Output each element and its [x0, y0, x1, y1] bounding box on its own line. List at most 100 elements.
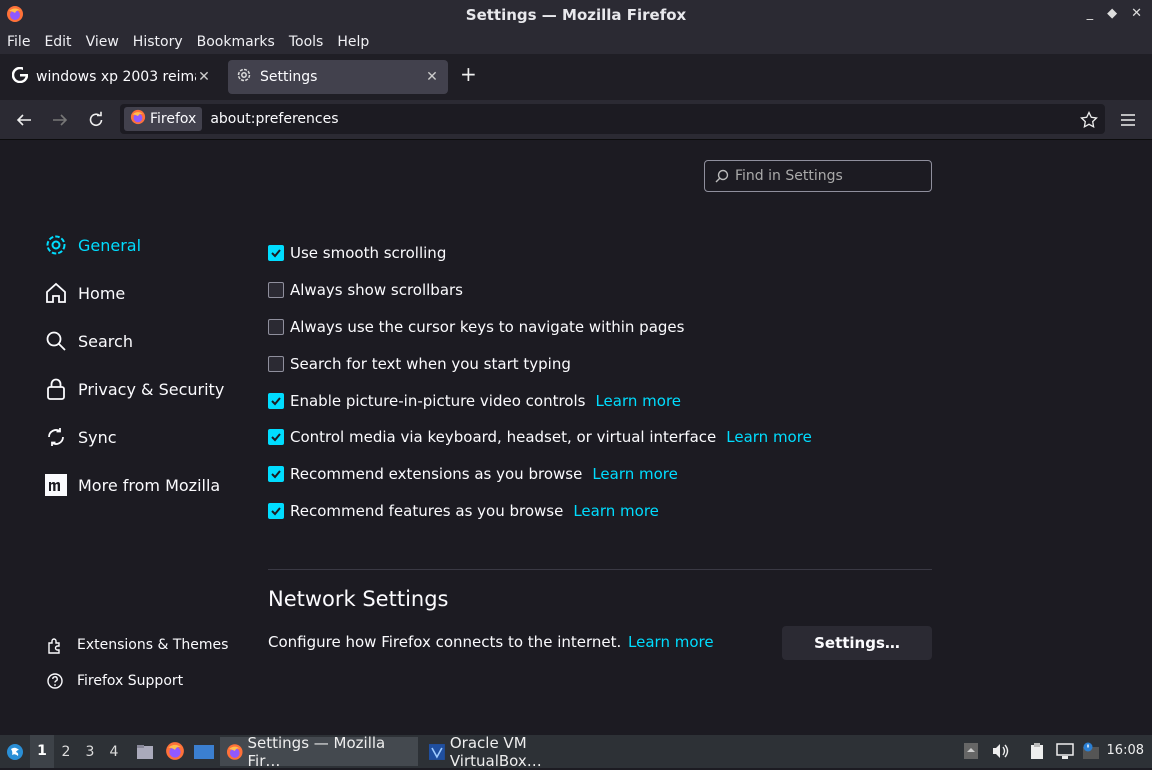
- desktop-launcher[interactable]: [193, 742, 215, 766]
- gear-icon: [236, 67, 252, 87]
- checkbox-checked[interactable]: [268, 392, 284, 409]
- tab-close-button[interactable]: ✕: [424, 69, 440, 85]
- google-icon: [11, 66, 29, 87]
- menu-tools[interactable]: Tools: [289, 34, 324, 50]
- checkmark-icon: [271, 396, 281, 406]
- checkbox-checked[interactable]: [268, 466, 284, 483]
- category-search[interactable]: Search: [44, 317, 224, 365]
- network-icon[interactable]: [1055, 742, 1075, 764]
- reload-button[interactable]: [86, 110, 106, 130]
- menu-bookmarks[interactable]: Bookmarks: [197, 34, 275, 50]
- category-home[interactable]: Home: [44, 269, 224, 317]
- option-label: Search for text when you start typing: [290, 354, 571, 373]
- category-privacy-security[interactable]: Privacy & Security: [44, 365, 224, 413]
- close-window-button[interactable]: ✕: [1131, 6, 1142, 21]
- start-menu-icon: [7, 743, 23, 760]
- learn-more-link[interactable]: Learn more: [592, 465, 678, 483]
- desktop-taskbar: 1 2 3 4 Settings — Mozilla Fir… Oracle V…: [0, 734, 1152, 770]
- mozilla-icon: [44, 473, 68, 497]
- checkbox-unchecked[interactable]: [268, 355, 284, 372]
- workspace-1[interactable]: 1: [30, 735, 54, 768]
- volume-icon[interactable]: [991, 742, 1009, 764]
- option-label: Enable picture-in-picture video controls: [290, 391, 586, 410]
- new-tab-button[interactable]: +: [460, 62, 477, 86]
- star-icon: [1080, 111, 1098, 129]
- option-label: Always use the cursor keys to navigate w…: [290, 317, 685, 336]
- file-manager-launcher[interactable]: [135, 742, 155, 766]
- notification-icon[interactable]: [1082, 742, 1102, 764]
- menu-help[interactable]: Help: [337, 34, 369, 50]
- option-label: Use smooth scrolling: [290, 244, 447, 263]
- checkbox-unchecked[interactable]: [268, 318, 284, 335]
- workspace-3[interactable]: 3: [78, 744, 102, 760]
- forward-button[interactable]: [50, 110, 70, 130]
- firefox-launcher[interactable]: [165, 741, 185, 765]
- checkbox-checked[interactable]: [268, 429, 284, 446]
- menu-history[interactable]: History: [133, 34, 183, 50]
- category-label: General: [78, 235, 142, 255]
- checkbox-checked[interactable]: [268, 245, 284, 262]
- find-in-settings-input[interactable]: Find in Settings: [704, 160, 932, 192]
- clock[interactable]: 16:08: [1107, 743, 1144, 758]
- learn-more-link[interactable]: Learn more: [573, 502, 659, 520]
- firefox-support-link[interactable]: Firefox Support: [46, 663, 228, 699]
- workspace-4[interactable]: 4: [102, 744, 126, 760]
- workspace-2[interactable]: 2: [54, 744, 78, 760]
- menu-view[interactable]: View: [86, 34, 119, 50]
- category-label: Privacy & Security: [78, 379, 225, 399]
- tray-arrow-icon[interactable]: [963, 742, 979, 764]
- bookmark-star-button[interactable]: [1079, 110, 1099, 130]
- network-settings-button[interactable]: Settings…: [782, 626, 932, 660]
- checkbox-unchecked[interactable]: [268, 282, 284, 299]
- url-bar[interactable]: Firefox about:preferences: [120, 104, 1105, 134]
- checkmark-icon: [271, 470, 281, 479]
- tab-close-button[interactable]: ✕: [196, 69, 212, 85]
- category-sync[interactable]: Sync: [44, 413, 224, 461]
- learn-more-link[interactable]: Learn more: [595, 392, 681, 410]
- firefox-logo-icon: [6, 5, 24, 27]
- option-recommend-extensions[interactable]: Recommend extensions as you browse Learn…: [268, 456, 812, 493]
- network-learn-more-link[interactable]: Learn more: [628, 633, 714, 651]
- option-recommend-features[interactable]: Recommend features as you browse Learn m…: [268, 493, 812, 530]
- category-label: Search: [78, 331, 133, 351]
- category-more-from-mozilla[interactable]: More from Mozilla: [44, 461, 224, 509]
- option-search-when-typing[interactable]: Search for text when you start typing: [268, 345, 812, 382]
- extensions-themes-link[interactable]: Extensions & Themes: [46, 627, 228, 663]
- option-label: Recommend extensions as you browse: [290, 465, 583, 484]
- firefox-logo-icon: [130, 109, 146, 129]
- tab-bar: windows xp 2003 reimag ✕ Settings ✕ +: [0, 54, 1152, 100]
- find-in-settings-placeholder: Find in Settings: [735, 168, 843, 184]
- taskbar-item-virtualbox[interactable]: Oracle VM VirtualBox…: [422, 734, 622, 770]
- option-picture-in-picture[interactable]: Enable picture-in-picture video controls…: [268, 382, 812, 419]
- settings-footer-nav: Extensions & Themes Firefox Support: [46, 627, 228, 699]
- taskbar-item-label: Oracle VM VirtualBox…: [449, 733, 542, 770]
- tab-settings[interactable]: Settings ✕: [228, 60, 448, 94]
- option-label: Recommend features as you browse: [290, 501, 564, 520]
- help-icon: [46, 672, 64, 690]
- clipboard-icon[interactable]: [1028, 742, 1046, 764]
- window-titlebar: Settings — Mozilla Firefox _ ◆ ✕: [0, 0, 1152, 30]
- menu-edit[interactable]: Edit: [44, 34, 71, 50]
- url-input[interactable]: about:preferences: [210, 111, 338, 127]
- taskbar-item-label: Settings — Mozilla Fir…: [247, 733, 386, 770]
- checkbox-checked[interactable]: [268, 502, 284, 519]
- taskbar-item-firefox[interactable]: Settings — Mozilla Fir…: [220, 734, 418, 770]
- option-show-scrollbars[interactable]: Always show scrollbars: [268, 272, 812, 309]
- tab-google-search[interactable]: windows xp 2003 reimag ✕: [4, 60, 220, 94]
- back-button[interactable]: [14, 110, 34, 130]
- minimize-button[interactable]: _: [1087, 6, 1094, 21]
- maximize-button[interactable]: ◆: [1107, 6, 1117, 21]
- category-general[interactable]: General: [44, 221, 224, 269]
- option-media-control[interactable]: Control media via keyboard, headset, or …: [268, 419, 812, 456]
- network-desc-text: Configure how Firefox connects to the in…: [268, 633, 622, 651]
- start-menu-button[interactable]: [0, 742, 30, 762]
- tab-label: windows xp 2003 reimag: [36, 69, 196, 85]
- app-menu-button[interactable]: [1118, 110, 1138, 130]
- option-cursor-keys[interactable]: Always use the cursor keys to navigate w…: [268, 309, 812, 346]
- option-smooth-scrolling[interactable]: Use smooth scrolling: [268, 235, 812, 272]
- arrow-left-icon: [16, 114, 31, 126]
- arrow-right-icon: [53, 114, 68, 126]
- learn-more-link[interactable]: Learn more: [726, 428, 812, 446]
- identity-box[interactable]: Firefox: [124, 107, 203, 131]
- menu-file[interactable]: File: [7, 34, 30, 50]
